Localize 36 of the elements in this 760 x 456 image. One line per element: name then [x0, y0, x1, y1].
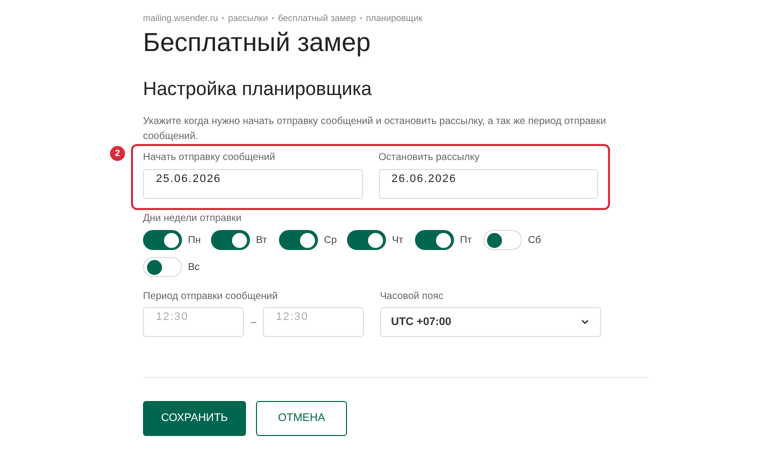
day-toggle[interactable]	[483, 230, 522, 250]
range-dash: –	[250, 316, 258, 330]
day-toggle[interactable]	[211, 230, 250, 250]
page-title: Бесплатный замер	[143, 26, 372, 58]
field-label: Остановить рассылку	[378, 151, 480, 165]
timezone-select[interactable]: UTC +07:00	[380, 307, 601, 337]
day-label: Пн	[188, 234, 201, 248]
section-title: Настройка планировщика	[143, 78, 373, 102]
day-toggle[interactable]	[347, 230, 386, 250]
field-label: Дни недели отправки	[143, 212, 243, 226]
day-toggle[interactable]	[415, 230, 454, 250]
save-button[interactable]: СОХРАНИТЬ	[143, 401, 246, 436]
date-field[interactable]: 26.06.2026	[378, 169, 598, 199]
day-label: Вс	[188, 260, 200, 274]
time-field[interactable]: 12:30	[143, 307, 244, 337]
breadcrumb-link[interactable]: mailing.wsender.ru	[143, 12, 218, 26]
field-label: Начать отправку сообщений	[143, 151, 276, 165]
day-toggle[interactable]	[279, 230, 318, 250]
breadcrumb-link[interactable]: рассылки	[228, 12, 268, 26]
annotation-badge: 2	[110, 146, 125, 161]
date-field[interactable]: 25.06.2026	[143, 169, 362, 199]
description-text: Укажите когда нужно начать отправку сообщений и остановить рассылку, а так же период отправки сообщений.	[143, 115, 607, 144]
day-label: Сб	[528, 234, 541, 248]
chevron-down-icon	[580, 317, 590, 327]
time-field[interactable]: 12:30	[263, 307, 364, 337]
day-toggle[interactable]	[143, 257, 182, 277]
field-label: Период отправки сообщений	[143, 290, 279, 304]
day-label: Чт	[392, 234, 404, 248]
day-label: Ср	[324, 234, 337, 248]
breadcrumb-link[interactable]: бесплатный замер	[278, 12, 356, 26]
day-toggle[interactable]	[143, 230, 182, 250]
field-label: Часовой пояс	[380, 290, 444, 304]
day-label: Пт	[460, 234, 472, 248]
breadcrumb-link[interactable]: планировщик	[366, 12, 422, 26]
cancel-button[interactable]: ОТМЕНА	[256, 401, 347, 436]
day-label: Вт	[256, 234, 267, 248]
